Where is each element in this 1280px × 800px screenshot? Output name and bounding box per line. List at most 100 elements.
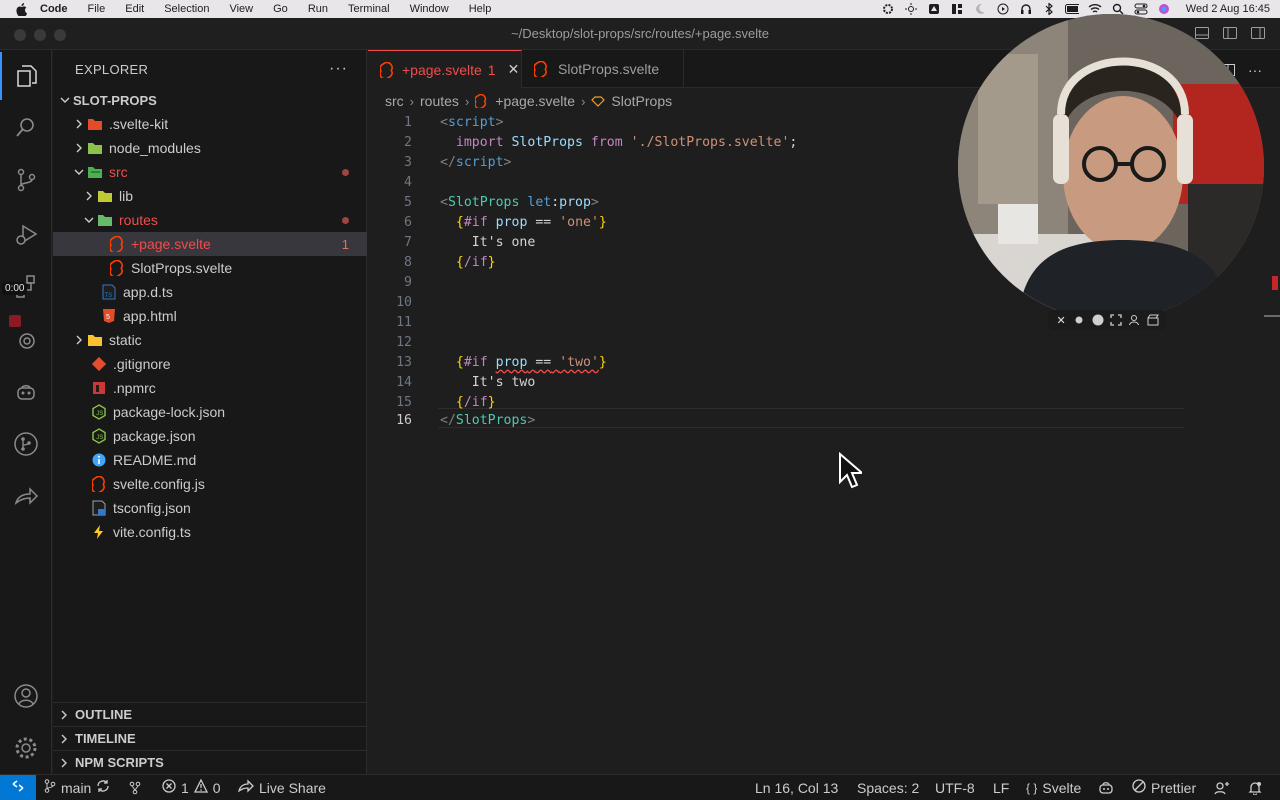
- svelte-file-icon: [534, 61, 550, 77]
- person-icon[interactable]: [1128, 314, 1140, 326]
- tree-item-lib[interactable]: lib: [53, 184, 367, 208]
- live-share-item[interactable]: Live Share: [238, 775, 326, 800]
- tab-page-svelte[interactable]: +page.svelte 1 ✕: [368, 50, 522, 88]
- code-text: {/if}: [455, 254, 496, 270]
- apple-icon[interactable]: [14, 2, 28, 16]
- copilot-activity-icon[interactable]: [0, 368, 52, 416]
- git-branch-item[interactable]: main: [44, 775, 110, 800]
- tree-item-vite-config[interactable]: vite.config.ts: [53, 520, 367, 544]
- fullscreen-icon[interactable]: [1110, 314, 1122, 326]
- live-share-activity-icon[interactable]: [0, 472, 52, 520]
- moon-icon[interactable]: [973, 3, 987, 15]
- git-graph-activity-icon[interactable]: [0, 420, 52, 468]
- headphones-icon[interactable]: [1019, 3, 1033, 15]
- tree-item-src[interactable]: src: [53, 160, 367, 184]
- info-file-icon: [91, 452, 107, 468]
- feedback-icon[interactable]: [1214, 775, 1230, 800]
- close-webcam-icon[interactable]: ✕: [1055, 314, 1067, 327]
- tree-item-svelte-config[interactable]: svelte.config.js: [53, 472, 367, 496]
- tree-item-node-modules[interactable]: node_modules: [53, 136, 367, 160]
- menu-file[interactable]: File: [88, 3, 106, 15]
- tree-item-routes[interactable]: routes: [53, 208, 367, 232]
- toggle-secondary-sidebar-icon[interactable]: [1250, 25, 1266, 41]
- toggle-sidebar-icon[interactable]: [1222, 25, 1238, 41]
- tree-item-slotprops-svelte[interactable]: SlotProps.svelte: [53, 256, 367, 280]
- menu-view[interactable]: View: [229, 3, 253, 15]
- tree-item-app-d-ts[interactable]: TS app.d.ts: [53, 280, 367, 304]
- tree-item-page-svelte[interactable]: +page.svelte 1: [53, 232, 367, 256]
- encoding-item[interactable]: UTF-8: [935, 775, 975, 800]
- breadcrumb-symbol[interactable]: SlotProps: [611, 93, 672, 109]
- presenter-webcam-image: [958, 14, 1264, 320]
- tab-slotprops-svelte[interactable]: SlotProps.svelte: [522, 50, 684, 88]
- menu-run[interactable]: Run: [308, 3, 328, 15]
- line-number: 12: [396, 334, 412, 350]
- tree-item-package-lock-json[interactable]: JS package-lock.json: [53, 400, 367, 424]
- notifications-bell-icon[interactable]: [1248, 775, 1262, 800]
- small-size-icon[interactable]: [1073, 314, 1085, 326]
- sync-icon[interactable]: [96, 779, 110, 796]
- warning-icon: [193, 778, 208, 796]
- control-center-icon[interactable]: [1134, 3, 1148, 15]
- source-control-activity-icon[interactable]: [0, 156, 52, 204]
- tree-item-gitignore[interactable]: .gitignore: [53, 352, 367, 376]
- menu-app-name[interactable]: Code: [40, 3, 68, 15]
- language-mode-item[interactable]: { } Svelte: [1026, 775, 1081, 800]
- grid-app-icon[interactable]: [950, 3, 964, 15]
- siri-icon[interactable]: [1157, 3, 1171, 15]
- menubar-clock[interactable]: Wed 2 Aug 16:45: [1186, 3, 1270, 15]
- bluetooth-icon[interactable]: [1042, 3, 1056, 15]
- clapperboard-icon[interactable]: [1147, 314, 1159, 326]
- menu-selection[interactable]: Selection: [164, 3, 209, 15]
- tree-item-npmrc[interactable]: .npmrc: [53, 376, 367, 400]
- line-ending-item[interactable]: LF: [993, 775, 1009, 800]
- outline-label: OUTLINE: [75, 707, 133, 722]
- indentation-item[interactable]: Spaces: 2: [857, 775, 919, 800]
- more-actions-icon[interactable]: ···: [1248, 62, 1262, 83]
- prettier-item[interactable]: Prettier: [1132, 775, 1196, 800]
- brightness-icon[interactable]: [904, 3, 918, 15]
- explorer-more-actions[interactable]: ···: [329, 60, 348, 78]
- battery-icon[interactable]: [1064, 3, 1079, 15]
- explorer-activity-icon[interactable]: [0, 52, 52, 100]
- play-circle-icon[interactable]: [996, 3, 1010, 15]
- accounts-activity-icon[interactable]: [0, 672, 52, 720]
- workspace-root[interactable]: SLOT-PROPS: [53, 88, 367, 112]
- remote-explorer-activity-icon[interactable]: [0, 316, 52, 364]
- menu-edit[interactable]: Edit: [125, 3, 144, 15]
- remote-indicator[interactable]: [0, 775, 36, 800]
- tree-item-svelte-kit[interactable]: .svelte-kit: [53, 112, 367, 136]
- copilot-status-icon[interactable]: [1098, 775, 1114, 800]
- problems-item[interactable]: 1 0: [162, 775, 221, 800]
- large-size-icon[interactable]: [1092, 314, 1104, 326]
- menu-go[interactable]: Go: [273, 3, 288, 15]
- git-graph-status-icon[interactable]: [128, 775, 142, 800]
- breadcrumb-routes[interactable]: routes: [420, 93, 459, 109]
- run-debug-activity-icon[interactable]: [0, 210, 52, 258]
- outline-panel-header[interactable]: OUTLINE: [53, 702, 367, 726]
- npm-scripts-panel-header[interactable]: NPM SCRIPTS: [53, 750, 367, 774]
- wifi-icon[interactable]: [1088, 3, 1102, 15]
- settings-gear-icon[interactable]: [0, 724, 52, 772]
- breadcrumb-file[interactable]: +page.svelte: [495, 93, 575, 109]
- tree-item-tsconfig[interactable]: tsconfig.json: [53, 496, 367, 520]
- close-tab-icon[interactable]: ✕: [508, 61, 520, 78]
- tree-item-label: tsconfig.json: [113, 500, 191, 516]
- menu-terminal[interactable]: Terminal: [348, 3, 390, 15]
- tree-item-package-json[interactable]: JS package.json: [53, 424, 367, 448]
- menu-help[interactable]: Help: [469, 3, 492, 15]
- tree-item-static[interactable]: static: [53, 328, 367, 352]
- tree-item-readme[interactable]: README.md: [53, 448, 367, 472]
- timeline-panel-header[interactable]: TIMELINE: [53, 726, 367, 750]
- menu-window[interactable]: Window: [410, 3, 449, 15]
- breadcrumb-src[interactable]: src: [385, 93, 404, 109]
- tree-item-label: app.d.ts: [123, 284, 173, 300]
- gear-status-icon[interactable]: [881, 3, 895, 15]
- cursor-position-item[interactable]: Ln 16, Col 13: [755, 775, 838, 800]
- tree-item-label: .svelte-kit: [109, 116, 169, 132]
- code-text: </SlotProps>: [440, 412, 536, 428]
- drive-icon[interactable]: [927, 3, 941, 15]
- search-activity-icon[interactable]: [0, 104, 52, 152]
- tree-item-app-html[interactable]: 5 app.html: [53, 304, 367, 328]
- toggle-panel-icon[interactable]: [1194, 25, 1210, 41]
